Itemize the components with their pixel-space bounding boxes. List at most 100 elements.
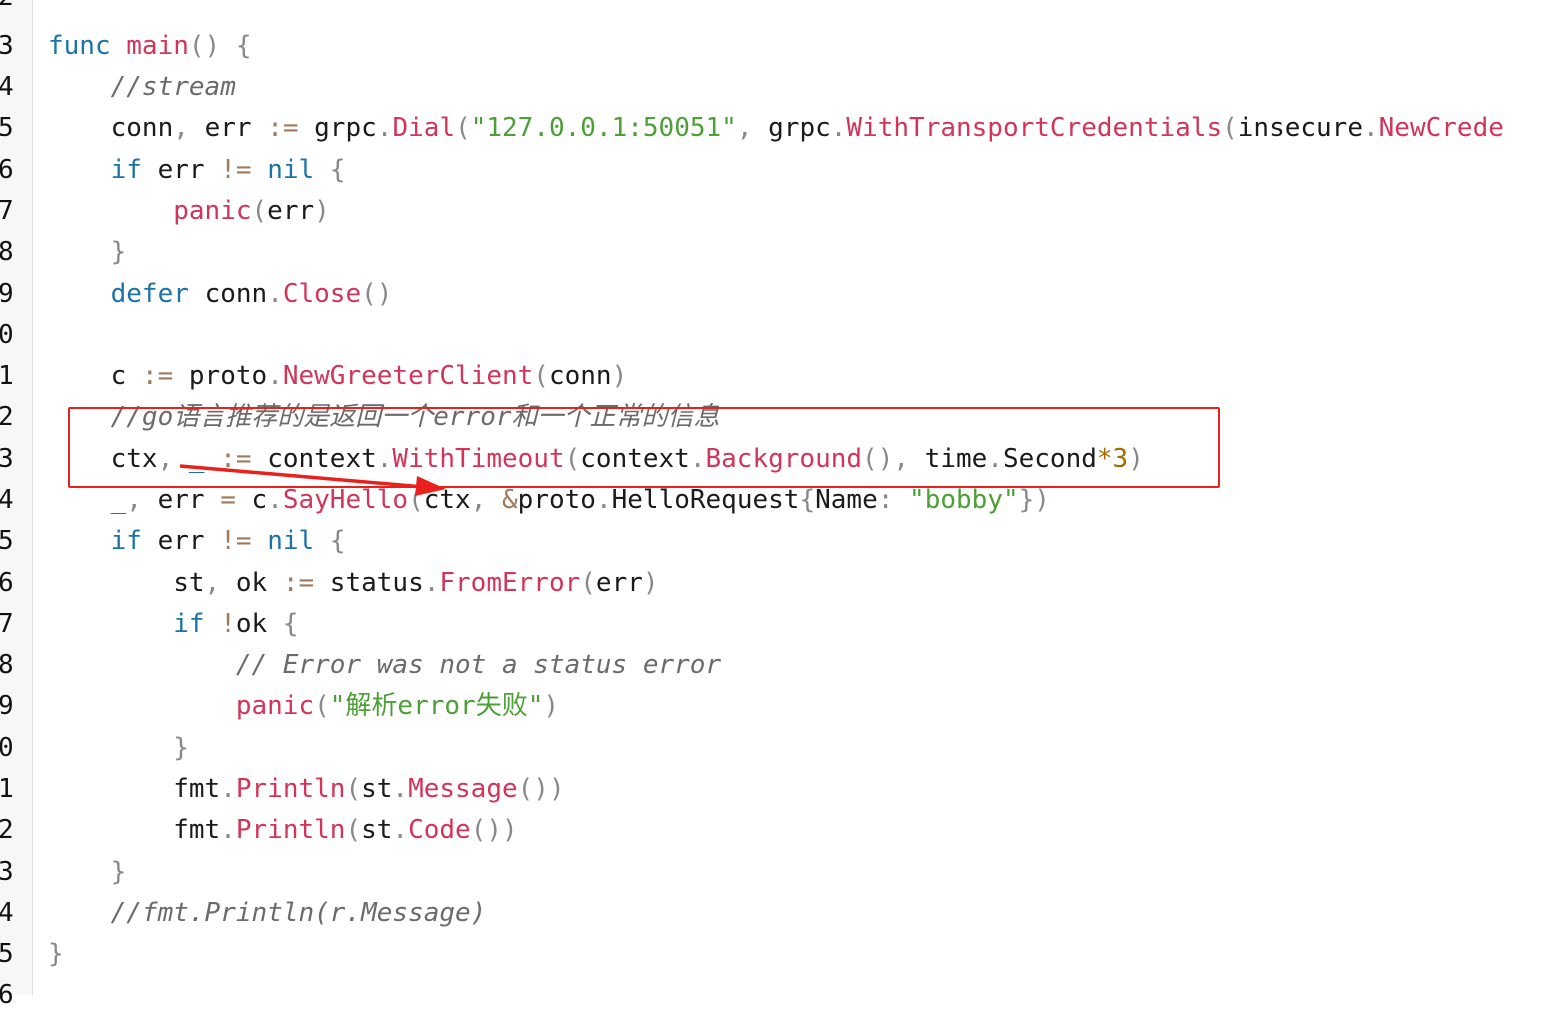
line-number: 6 [0, 980, 14, 1010]
code-token: ) [1128, 444, 1144, 474]
code-token: Background [705, 444, 863, 474]
code-token: ( [408, 485, 424, 515]
code-line: fmt.Println(st.Code()) [48, 810, 518, 851]
code-token: ()) [470, 815, 518, 845]
code-token: (), [862, 444, 910, 474]
code-token: , [470, 485, 487, 515]
code-line: //fmt.Println(r.Message) [48, 893, 487, 934]
code-token: := [267, 113, 299, 143]
code-token: ( [455, 113, 471, 143]
code-token: err [595, 568, 643, 598]
code-token: . [830, 113, 847, 143]
code-line: } [48, 852, 127, 893]
code-token: nil [267, 155, 315, 185]
code-comment: //go语言推荐的是返回一个error和一个正常的信息 [110, 402, 720, 432]
code-token: . [376, 444, 393, 474]
code-token: . [987, 444, 1003, 474]
code-token: err [157, 155, 205, 185]
line-number: 5 [0, 526, 14, 556]
code-token: , [736, 113, 753, 143]
code-line: if err != nil { [48, 150, 346, 191]
code-token: conn [548, 361, 612, 391]
code-token: != [220, 155, 252, 185]
code-token: ) [543, 691, 560, 721]
code-token: panic [173, 196, 252, 226]
code-token: } [173, 733, 189, 763]
code-token: if [173, 609, 205, 639]
code-token: fmt [173, 815, 221, 845]
line-number: 2 [0, 0, 28, 18]
code-token: := [141, 361, 174, 391]
code-token: SayHello [282, 485, 409, 515]
code-token: . [267, 361, 283, 391]
code-token: Message [408, 774, 518, 804]
code-token: Println [235, 815, 346, 845]
code-line: _, err = c.SayHello(ctx, &proto.HelloReq… [48, 480, 1050, 521]
code-token: "bobby" [909, 485, 1019, 515]
code-token: "解析error失败" [329, 691, 544, 721]
line-number: 7 [0, 609, 14, 639]
code-token: FromError [439, 568, 581, 598]
line-number: 4 [0, 72, 14, 102]
code-token: . [392, 774, 409, 804]
code-line: c := proto.NewGreeterClient(conn) [48, 356, 628, 397]
code-token: proto [188, 361, 268, 391]
code-line: panic(err) [48, 191, 330, 232]
code-token: . [220, 774, 236, 804]
code-token: ( [251, 196, 268, 226]
code-token: ( [1222, 113, 1238, 143]
code-token: ( [580, 568, 596, 598]
code-comment: //stream [110, 72, 236, 102]
code-token: ok [235, 609, 268, 639]
code-token: , [157, 444, 174, 474]
line-number: 2 [0, 815, 14, 845]
code-token: { [282, 609, 299, 639]
code-token: . [595, 485, 612, 515]
code-token: context [267, 444, 377, 474]
code-token: status [329, 568, 424, 598]
code-token: func [48, 31, 111, 61]
code-token: fmt [173, 774, 221, 804]
code-token: . [1363, 113, 1379, 143]
code-token: { [329, 155, 346, 185]
code-line: ctx, _ := context.WithTimeout(context.Ba… [48, 439, 1144, 480]
code-token: err [267, 196, 315, 226]
code-comment: // Error was not a status error [235, 650, 722, 680]
line-number: 3 [0, 31, 14, 61]
code-token: err [157, 485, 205, 515]
code-token: := [220, 444, 252, 474]
code-token: }) [1018, 485, 1050, 515]
code-line: if !ok { [48, 604, 298, 645]
code-line: // Error was not a status error [48, 645, 721, 686]
line-number: 0 [0, 733, 14, 763]
code-token: ( [533, 361, 549, 391]
code-token: 3 [1112, 444, 1129, 474]
code-line: fmt.Println(st.Message()) [48, 769, 565, 810]
code-line: //stream [48, 67, 236, 108]
code-token: c [251, 485, 268, 515]
code-token: NewGreeterClient [282, 361, 534, 391]
code-token: & [502, 485, 518, 515]
line-number: 5 [0, 113, 14, 143]
code-editor[interactable]: func main() { //stream conn, err := grpc… [48, 0, 1510, 995]
code-token: Name [815, 485, 878, 515]
code-token: != [220, 526, 252, 556]
code-token: ()) [517, 774, 565, 804]
line-number: 2 [0, 402, 14, 432]
code-token: ok [235, 568, 268, 598]
code-token: proto [517, 485, 596, 515]
code-token: * [1096, 444, 1113, 474]
code-token: grpc [314, 113, 377, 143]
code-line: } [48, 232, 127, 273]
code-token: c [110, 361, 127, 391]
code-token: ) [314, 196, 330, 226]
code-line: st, ok := status.FromError(err) [48, 563, 658, 604]
code-token: . [220, 815, 236, 845]
code-token: () [361, 279, 393, 309]
code-token: . [689, 444, 706, 474]
line-number: 9 [0, 279, 14, 309]
code-token: err [204, 113, 252, 143]
code-token: err [157, 526, 205, 556]
code-token: ! [220, 609, 236, 639]
code-token: , [204, 568, 221, 598]
